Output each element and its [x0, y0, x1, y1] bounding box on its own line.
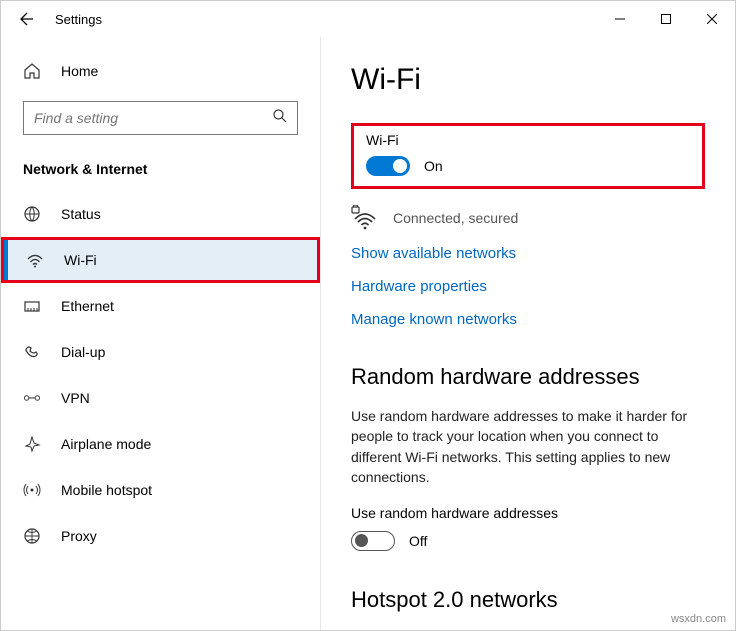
nav-ethernet[interactable]: Ethernet: [1, 283, 320, 329]
link-show-available[interactable]: Show available networks: [351, 245, 705, 262]
main-panel: Wi-Fi Wi-Fi On Connected, secured Show a…: [321, 37, 735, 630]
random-toggle[interactable]: [351, 531, 395, 551]
wifi-toggle-label: Wi-Fi: [366, 132, 690, 148]
nav-proxy[interactable]: Proxy: [1, 513, 320, 559]
airplane-icon: [23, 435, 41, 453]
section-title: Network & Internet: [23, 161, 298, 177]
wifi-icon: [26, 251, 44, 269]
arrow-left-icon: [19, 11, 35, 27]
nav-item-label: Mobile hotspot: [61, 482, 152, 498]
ethernet-icon: [23, 297, 41, 315]
search-input[interactable]: [23, 101, 298, 135]
nav-item-label: Airplane mode: [61, 436, 151, 452]
window-title: Settings: [55, 12, 102, 27]
minimize-button[interactable]: [597, 3, 643, 35]
watermark: wsxdn.com: [671, 613, 726, 625]
hotspot-heading: Hotspot 2.0 networks: [351, 587, 705, 613]
nav-vpn[interactable]: VPN: [1, 375, 320, 421]
home-icon: [23, 62, 41, 80]
search-box[interactable]: [23, 101, 298, 135]
nav-hotspot[interactable]: Mobile hotspot: [1, 467, 320, 513]
close-button[interactable]: [689, 3, 735, 35]
connection-status: Connected, secured: [393, 210, 518, 226]
vpn-icon: [23, 391, 41, 405]
nav-item-label: VPN: [61, 390, 90, 406]
link-hardware-properties[interactable]: Hardware properties: [351, 278, 705, 295]
hotspot-icon: [23, 481, 41, 499]
random-description: Use random hardware addresses to make it…: [351, 406, 705, 487]
home-label: Home: [61, 63, 98, 79]
random-toggle-label: Use random hardware addresses: [351, 505, 705, 521]
nav-wifi[interactable]: Wi-Fi: [1, 237, 320, 283]
wifi-toggle[interactable]: [366, 156, 410, 176]
wifi-toggle-state: On: [424, 158, 443, 174]
connection-row: Connected, secured: [351, 205, 705, 231]
proxy-icon: [23, 527, 41, 545]
nav-airplane[interactable]: Airplane mode: [1, 421, 320, 467]
sidebar: Home Network & Internet Status Wi-Fi: [1, 37, 321, 630]
nav-item-label: Ethernet: [61, 298, 114, 314]
minimize-icon: [615, 14, 625, 24]
random-heading: Random hardware addresses: [351, 364, 705, 390]
home-nav[interactable]: Home: [1, 51, 320, 91]
status-icon: [23, 205, 41, 223]
maximize-icon: [661, 14, 671, 24]
titlebar: Settings: [1, 1, 735, 37]
link-manage-known[interactable]: Manage known networks: [351, 311, 705, 328]
nav-item-label: Dial-up: [61, 344, 105, 360]
nav-item-label: Proxy: [61, 528, 97, 544]
back-button[interactable]: [13, 5, 41, 33]
random-toggle-state: Off: [409, 533, 427, 549]
close-icon: [707, 14, 717, 24]
search-icon: [272, 108, 288, 124]
dialup-icon: [23, 343, 41, 361]
nav-item-label: Status: [61, 206, 101, 222]
maximize-button[interactable]: [643, 3, 689, 35]
nav-dialup[interactable]: Dial-up: [1, 329, 320, 375]
nav-item-label: Wi-Fi: [64, 252, 97, 268]
wifi-toggle-section: Wi-Fi On: [351, 123, 705, 189]
nav-status[interactable]: Status: [1, 191, 320, 237]
page-title: Wi-Fi: [351, 63, 705, 97]
secured-wifi-icon: [351, 205, 379, 231]
